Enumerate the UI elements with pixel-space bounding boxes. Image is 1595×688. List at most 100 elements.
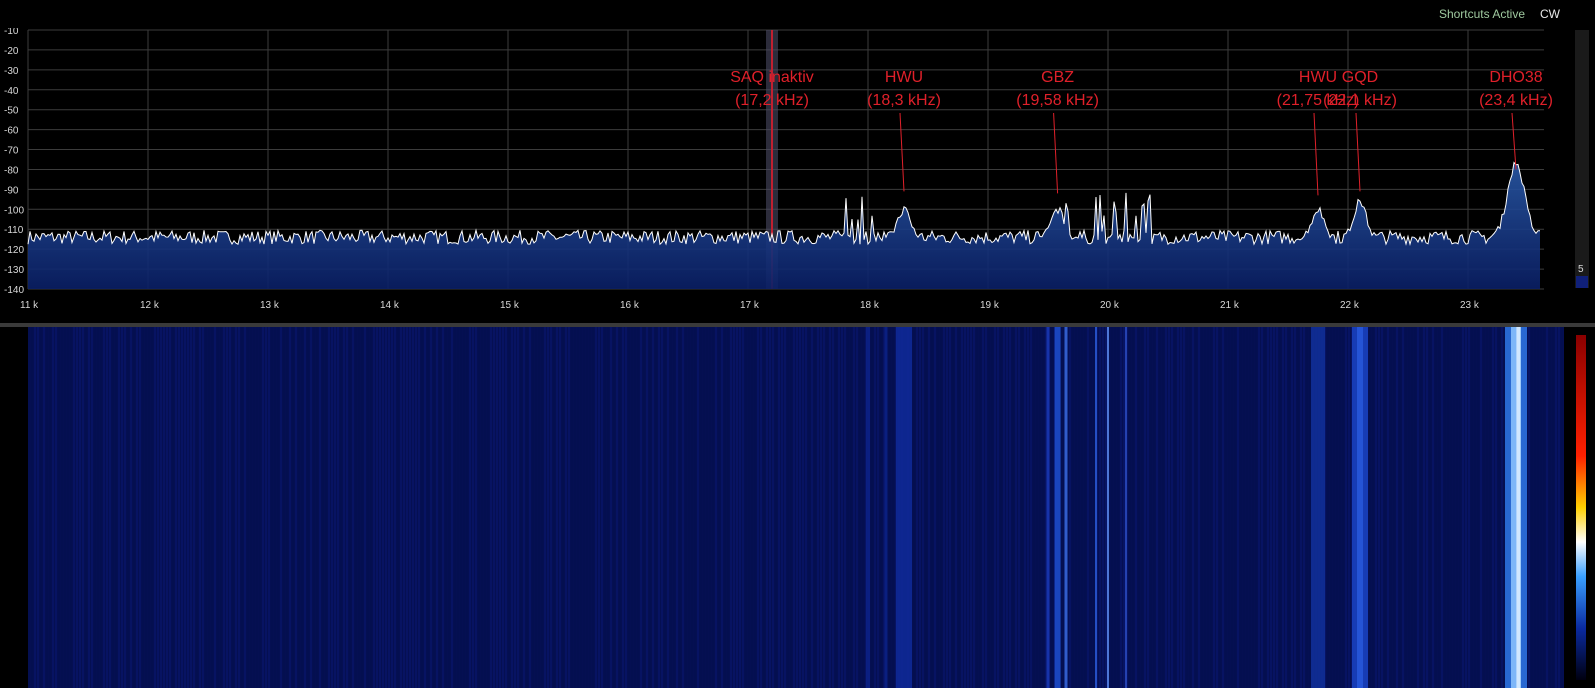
waterfall-noise-column <box>718 327 720 688</box>
waterfall-noise-column <box>121 327 123 688</box>
waterfall-noise-column <box>202 327 204 688</box>
waterfall-noise-column <box>1426 327 1428 688</box>
waterfall-noise-column <box>247 327 249 688</box>
waterfall-noise-column <box>103 327 105 688</box>
waterfall-noise-column <box>1402 327 1404 688</box>
waterfall-noise-column <box>691 327 693 688</box>
waterfall-noise-column <box>790 327 792 688</box>
waterfall-noise-column <box>736 327 738 688</box>
waterfall-noise-column <box>625 327 627 688</box>
waterfall-noise-column <box>40 327 42 688</box>
waterfall-noise-column <box>772 327 774 688</box>
y-tick-label: -140 <box>4 285 24 296</box>
waterfall-noise-column <box>454 327 456 688</box>
waterfall-noise-column <box>1459 327 1461 688</box>
waterfall-noise-column <box>1468 327 1470 688</box>
waterfall-noise-column <box>1027 327 1029 688</box>
waterfall-noise-column <box>1012 327 1014 688</box>
waterfall-noise-column <box>1330 327 1332 688</box>
waterfall-noise-column <box>322 327 324 688</box>
waterfall-noise-column <box>1210 327 1212 688</box>
station-label-frequency: (19,58 kHz) <box>1016 92 1099 109</box>
waterfall-noise-column <box>1435 327 1437 688</box>
y-tick-label: -40 <box>4 86 19 97</box>
waterfall-noise-column <box>346 327 348 688</box>
waterfall-noise-column <box>1072 327 1074 688</box>
waterfall-noise-column <box>484 327 486 688</box>
waterfall-noise-column <box>982 327 984 688</box>
waterfall-signal-streak <box>1054 327 1061 688</box>
demodulation-mode[interactable]: CW <box>1540 7 1560 21</box>
waterfall-noise-column <box>412 327 414 688</box>
waterfall-noise-column <box>1405 327 1407 688</box>
waterfall-noise-column <box>580 327 582 688</box>
waterfall-noise-column <box>1168 327 1170 688</box>
waterfall-noise-column <box>235 327 237 688</box>
waterfall-noise-column <box>763 327 765 688</box>
waterfall-noise-column <box>1393 327 1395 688</box>
station-label-frequency: (22,1 kHz) <box>1323 92 1397 109</box>
waterfall-noise-column <box>1390 327 1392 688</box>
waterfall-noise-column <box>415 327 417 688</box>
waterfall-noise-column <box>850 327 852 688</box>
waterfall-display[interactable] <box>0 327 1595 688</box>
waterfall-noise-column <box>727 327 729 688</box>
waterfall-noise-column <box>685 327 687 688</box>
waterfall-noise-column <box>205 327 207 688</box>
waterfall-noise-column <box>460 327 462 688</box>
waterfall-noise-column <box>343 327 345 688</box>
waterfall-noise-column <box>439 327 441 688</box>
waterfall-noise-column <box>1165 327 1167 688</box>
y-tick-label: -20 <box>4 46 19 57</box>
waterfall-noise-column <box>1561 327 1563 688</box>
waterfall-noise-column <box>664 327 666 688</box>
waterfall-noise-column <box>382 327 384 688</box>
waterfall-noise-column <box>961 327 963 688</box>
waterfall-noise-column <box>799 327 801 688</box>
waterfall-noise-column <box>301 327 303 688</box>
waterfall-noise-column <box>1297 327 1299 688</box>
waterfall-noise-column <box>1306 327 1308 688</box>
waterfall-noise-column <box>670 327 672 688</box>
waterfall-noise-column <box>280 327 282 688</box>
waterfall-noise-column <box>160 327 162 688</box>
waterfall-noise-column <box>604 327 606 688</box>
waterfall-noise-column <box>367 327 369 688</box>
waterfall-noise-column <box>1216 327 1218 688</box>
waterfall-noise-column <box>1225 327 1227 688</box>
waterfall-noise-column <box>148 327 150 688</box>
waterfall-noise-column <box>352 327 354 688</box>
station-label-name: GBZ <box>1041 69 1074 86</box>
waterfall-noise-column <box>451 327 453 688</box>
waterfall-noise-column <box>766 327 768 688</box>
waterfall-noise-column <box>523 327 525 688</box>
y-tick-label: -80 <box>4 165 19 176</box>
waterfall-noise-column <box>757 327 759 688</box>
waterfall-noise-column <box>1498 327 1500 688</box>
waterfall-noise-column <box>760 327 762 688</box>
waterfall-noise-column <box>1222 327 1224 688</box>
waterfall-noise-column <box>1267 327 1269 688</box>
waterfall-noise-column <box>1447 327 1449 688</box>
x-tick-label: 13 k <box>260 300 280 311</box>
waterfall-noise-column <box>1006 327 1008 688</box>
y-tick-label: -50 <box>4 106 19 117</box>
waterfall-noise-column <box>700 327 702 688</box>
waterfall-noise-column <box>967 327 969 688</box>
waterfall-noise-column <box>979 327 981 688</box>
waterfall-noise-column <box>349 327 351 688</box>
waterfall-color-scale[interactable] <box>1576 335 1586 680</box>
gain-slider-track[interactable] <box>1575 30 1589 288</box>
waterfall-noise-column <box>1471 327 1473 688</box>
waterfall-noise-column <box>1186 327 1188 688</box>
waterfall-noise-column <box>847 327 849 688</box>
waterfall-noise-column <box>493 327 495 688</box>
waterfall-noise-column <box>466 327 468 688</box>
waterfall-noise-column <box>295 327 297 688</box>
spectrum-display[interactable]: -10-20-30-40-50-60-70-80-90-100-110-120-… <box>0 0 1595 323</box>
waterfall-noise-column <box>1039 327 1041 688</box>
waterfall-noise-column <box>1000 327 1002 688</box>
waterfall-noise-column <box>913 327 915 688</box>
waterfall-noise-column <box>574 327 576 688</box>
waterfall-noise-column <box>355 327 357 688</box>
